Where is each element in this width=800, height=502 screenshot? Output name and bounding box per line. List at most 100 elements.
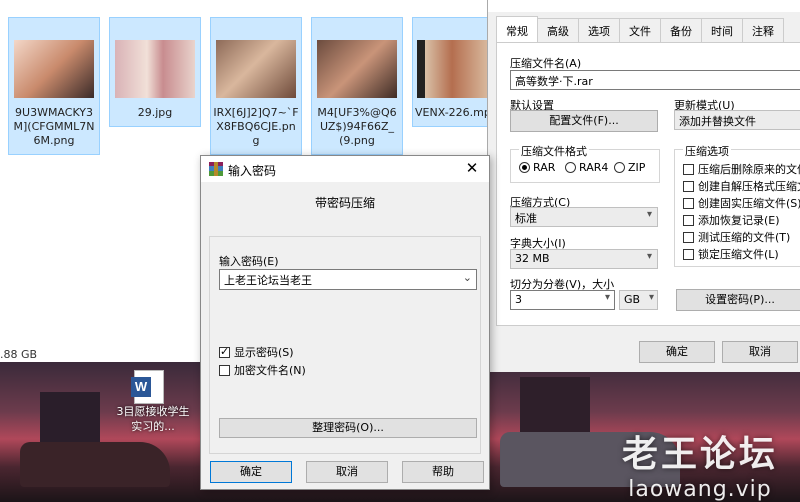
archive-settings-dialog: 常规 高级 选项 文件 备份 时间 注释 压缩文件名(A) 高等数学·下.rar… — [487, 0, 800, 372]
encrypt-filenames-checkbox[interactable]: 加密文件名(N) — [219, 362, 306, 378]
watermark-text: 老王论坛 — [621, 434, 778, 475]
update-mode-select[interactable]: 添加并替换文件 — [674, 110, 800, 130]
tab-advanced[interactable]: 高级 — [537, 18, 579, 42]
radio-indicator — [614, 162, 625, 173]
file-name: VENX-226.mp — [415, 106, 491, 119]
radio-label: ZIP — [628, 161, 646, 174]
tab-general[interactable]: 常规 — [496, 16, 538, 42]
password-label: 输入密码(E) — [219, 255, 279, 268]
split-unit-value: GB — [624, 293, 641, 306]
split-size-input[interactable]: 3 ▾ — [510, 290, 615, 310]
archive-name-input[interactable]: 高等数学·下.rar — [510, 70, 800, 90]
checkbox-label: 锁定压缩文件(L) — [698, 248, 779, 261]
file-thumbnail — [14, 40, 94, 98]
option-recovery-record[interactable]: 添加恢复记录(E) — [683, 212, 780, 228]
desktop-file-label[interactable]: 3目愿接收学生实习的... — [116, 404, 190, 434]
set-password-button[interactable]: 设置密码(P)... — [676, 289, 800, 311]
checkbox — [683, 231, 694, 243]
checkbox — [683, 248, 694, 260]
checkbox — [683, 214, 694, 226]
cancel-button[interactable]: 取消 — [306, 461, 388, 483]
watermark-url: laowang.vip — [628, 477, 772, 502]
file-thumbnail — [417, 40, 487, 98]
tab-backup[interactable]: 备份 — [660, 18, 702, 42]
radio-label: RAR4 — [579, 161, 609, 174]
method-select[interactable]: 标准 ▾ — [510, 207, 658, 227]
ok-button[interactable]: 确定 — [210, 461, 292, 483]
checkbox-label: 测试压缩的文件(T) — [698, 231, 791, 244]
file-name: IRX[6J]2]Q7~`FX8FBQ6CJE.png — [213, 106, 299, 147]
checkbox — [683, 163, 694, 175]
split-size-value: 3 — [515, 293, 522, 306]
option-create-sfx[interactable]: 创建自解压格式压缩文 — [683, 178, 800, 194]
password-value: 上老王论坛当老王 — [224, 274, 312, 287]
profiles-button[interactable]: 配置文件(F)... — [510, 110, 658, 132]
organize-passwords-button[interactable]: 整理密码(O)... — [219, 418, 477, 438]
checkbox — [683, 180, 694, 192]
tab-comment[interactable]: 注释 — [742, 18, 784, 42]
option-delete-after[interactable]: 压缩后删除原来的文件 — [683, 161, 800, 177]
checkbox — [219, 345, 230, 358]
checkbox-label: 创建自解压格式压缩文 — [698, 180, 800, 193]
checkbox-label: 压缩后删除原来的文件 — [698, 163, 800, 176]
word-document-icon[interactable]: W — [131, 370, 164, 404]
split-unit-select[interactable]: GB ▾ — [619, 290, 658, 310]
dictionary-value: 32 MB — [515, 252, 550, 265]
general-tab-panel: 压缩文件名(A) 高等数学·下.rar 默认设置 配置文件(F)... 更新模式… — [496, 42, 800, 326]
password-group: 输入密码(E) 上老王论坛当老王 ⌄ 显示密码(S) 加密文件名(N) 整理密码… — [209, 236, 481, 454]
winrar-icon — [209, 162, 223, 176]
format-group-label: 压缩文件格式 — [519, 143, 589, 159]
cancel-button[interactable]: 取消 — [722, 341, 798, 363]
chevron-down-icon: ⌄ — [462, 271, 472, 284]
file-thumbnail — [216, 40, 296, 98]
file-item[interactable]: M4[UF3%@Q6UZ$)94F66Z_(9.png — [311, 17, 403, 155]
option-solid[interactable]: 创建固实压缩文件(S) — [683, 195, 800, 211]
chevron-down-icon: ▾ — [604, 292, 610, 303]
tab-files[interactable]: 文件 — [619, 18, 661, 42]
storage-info: .88 GB — [0, 348, 38, 361]
dialog-subtitle: 带密码压缩 — [314, 196, 375, 210]
password-dialog: 输入密码 ✕ 带密码压缩 输入密码(E) 上老王论坛当老王 ⌄ 显示密码(S) … — [200, 155, 490, 490]
file-name: 29.jpg — [137, 106, 173, 119]
checkbox-label: 添加恢复记录(E) — [698, 214, 780, 227]
file-item[interactable]: 9U3WMACKY3M](CFGMML7N6M.png — [8, 17, 100, 155]
chevron-down-icon: ▾ — [646, 209, 652, 220]
format-rar4-radio[interactable]: RAR4 — [565, 161, 608, 174]
dialog-title: 输入密码 — [228, 164, 277, 178]
checkbox — [219, 364, 230, 376]
file-name: M4[UF3%@Q6UZ$)94F66Z_(9.png — [317, 106, 397, 147]
show-password-checkbox[interactable]: 显示密码(S) — [219, 344, 294, 360]
update-mode-value: 添加并替换文件 — [679, 115, 756, 128]
tab-options[interactable]: 选项 — [578, 18, 620, 42]
checkbox-label: 显示密码(S) — [234, 346, 294, 359]
checkbox-label: 创建固实压缩文件(S) — [698, 197, 800, 210]
password-input[interactable]: 上老王论坛当老王 ⌄ — [219, 269, 477, 290]
checkbox-label: 加密文件名(N) — [234, 364, 306, 377]
tab-time[interactable]: 时间 — [701, 18, 743, 42]
tab-bar: 常规 高级 选项 文件 备份 时间 注释 — [496, 16, 784, 42]
file-name: 9U3WMACKY3M](CFGMML7N6M.png — [13, 106, 95, 147]
close-icon[interactable]: ✕ — [461, 159, 483, 177]
dictionary-select[interactable]: 32 MB ▾ — [510, 249, 658, 269]
format-zip-radio[interactable]: ZIP — [614, 161, 645, 174]
ok-button[interactable]: 确定 — [639, 341, 715, 363]
file-thumbnail — [317, 40, 397, 98]
method-value: 标准 — [515, 212, 537, 225]
chevron-down-icon: ▾ — [646, 251, 652, 262]
radio-indicator — [519, 162, 530, 173]
file-thumbnail — [115, 40, 195, 98]
radio-label: RAR — [533, 161, 556, 174]
chevron-down-icon: ▾ — [648, 292, 654, 303]
checkbox — [683, 197, 694, 209]
options-group-label: 压缩选项 — [683, 143, 731, 159]
option-lock-archive[interactable]: 锁定压缩文件(L) — [683, 246, 779, 262]
help-button[interactable]: 帮助 — [402, 461, 484, 483]
radio-indicator — [565, 162, 576, 173]
option-test-files[interactable]: 测试压缩的文件(T) — [683, 229, 790, 245]
title-bar — [488, 0, 800, 12]
file-item[interactable]: IRX[6J]2]Q7~`FX8FBQ6CJE.png — [210, 17, 302, 155]
archive-name-label: 压缩文件名(A) — [510, 57, 582, 70]
file-item[interactable]: VENX-226.mp — [412, 17, 492, 127]
file-item[interactable]: 29.jpg — [109, 17, 201, 127]
format-rar-radio[interactable]: RAR — [519, 161, 555, 174]
